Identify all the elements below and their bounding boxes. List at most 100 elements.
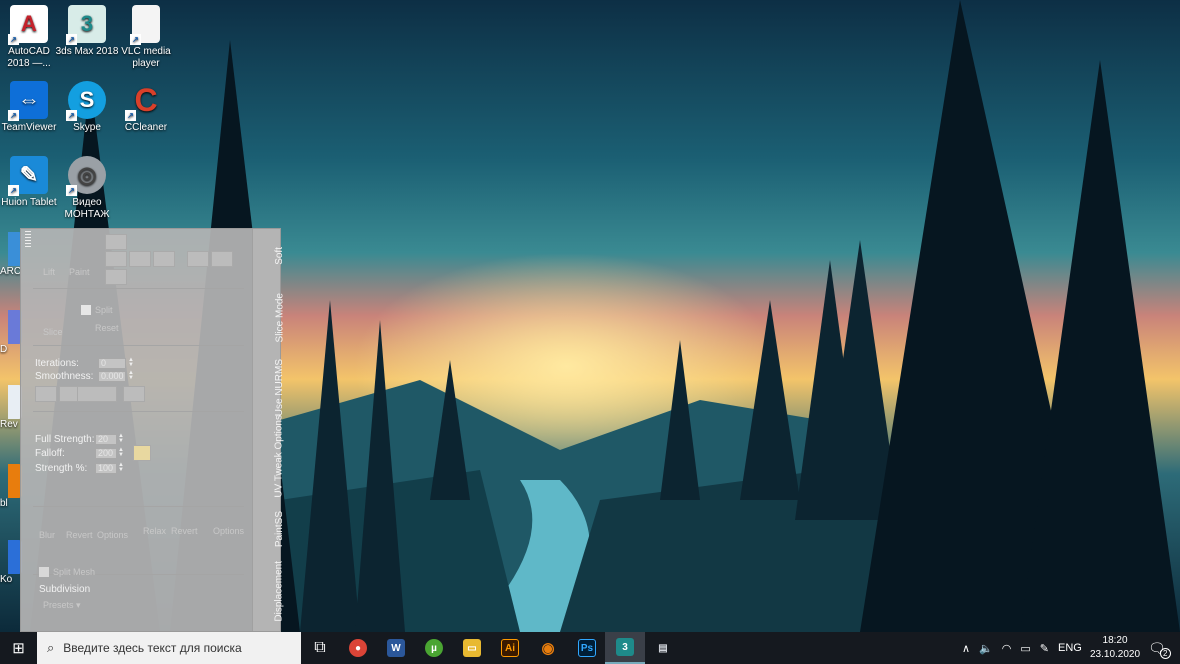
taskbar-3dsmax[interactable]: 3 [605, 632, 645, 664]
battery-icon[interactable]: ▭ [1020, 642, 1030, 655]
tab-slice-mode[interactable]: Slice Mode [274, 293, 285, 342]
icon-label: 3ds Max 2018 [55, 46, 119, 57]
falloff-label: Falloff: [35, 448, 65, 459]
nurms-button[interactable] [77, 386, 117, 402]
desktop-icon-partial[interactable]: Ko [0, 540, 22, 585]
full-strength-spinner[interactable]: ▲ ▼ [118, 433, 124, 445]
taskbar-chrome[interactable]: ● [338, 632, 378, 664]
presets-dropdown[interactable]: Presets ▾ [43, 600, 81, 611]
task-view-button[interactable]: ⧉ [300, 632, 340, 664]
icon-label: AutoCAD 2018 —... [7, 46, 51, 69]
tool-button[interactable] [105, 269, 127, 285]
drag-handle[interactable] [25, 231, 31, 247]
desktop-icon-autocad[interactable]: AAutoCAD 2018 —... [0, 5, 61, 70]
tool-button[interactable] [211, 251, 233, 267]
tab-displacement[interactable]: Displacement [274, 561, 285, 622]
tab-use-nurms[interactable]: Use NURMS [274, 359, 285, 416]
taskbar-illustrator[interactable]: Ai [490, 632, 530, 664]
desktop-icon-partial[interactable]: D [0, 310, 22, 355]
show-hidden-icons[interactable]: ∧ [962, 642, 970, 655]
section-paintss [33, 507, 244, 575]
falloff-spinner[interactable]: ▲ ▼ [118, 447, 124, 459]
desktop-icon-3dsmax[interactable]: 33ds Max 2018 [55, 5, 119, 58]
chrome-icon: ● [349, 639, 367, 657]
tool-button[interactable] [105, 234, 127, 250]
tool-button[interactable] [129, 251, 151, 267]
file-icon [130, 5, 160, 45]
windows-icon: ⊞ [12, 640, 25, 657]
language-indicator[interactable]: ENG [1058, 642, 1082, 654]
options-button-2[interactable]: Options [213, 526, 244, 536]
task-view-icon: ⧉ [314, 639, 326, 656]
tab-paintss[interactable]: PaintSS [274, 511, 285, 547]
panel-tabs: Soft Slice Mode Use NURMS UV Tweak Optio… [252, 229, 285, 631]
word-icon: W [387, 639, 405, 657]
tool-button[interactable] [105, 251, 127, 267]
pen-icon[interactable]: ✎ [1040, 642, 1049, 655]
desktop-icon-partial[interactable]: Rev [0, 385, 22, 430]
tool-button[interactable] [153, 251, 175, 267]
icon-label: TeamViewer [1, 122, 57, 133]
relax-button[interactable]: Relax [143, 526, 166, 536]
desktop-icon-skype[interactable]: SSkype [55, 81, 119, 134]
taskbar-blender[interactable]: ◉ [528, 632, 568, 664]
strength-spinner[interactable]: ▲ ▼ [118, 462, 124, 474]
desktop-icon-vlc[interactable]: VLC media player [114, 5, 178, 70]
desktop-icon-partial[interactable]: bl [0, 464, 22, 509]
full-strength-input[interactable]: 20 [95, 434, 117, 445]
nurms-button[interactable] [35, 386, 57, 402]
paint-button[interactable]: Paint [69, 267, 90, 277]
film-reel-icon: ◎ [66, 156, 106, 196]
smoothness-spinner[interactable]: ▲ ▼ [128, 370, 134, 382]
tab-soft[interactable]: Soft [274, 247, 285, 265]
strength-input[interactable]: 100 [95, 463, 117, 474]
iterations-input[interactable]: 0 [98, 358, 126, 369]
taskbar-explorer[interactable]: ▭ [452, 632, 492, 664]
search-placeholder: Введите здесь текст для поиска [63, 641, 242, 655]
tab-uv-tweak-options[interactable]: UV Tweak Options [274, 415, 285, 498]
search-box[interactable]: ⌕ Введите здесь текст для поиска [37, 632, 301, 664]
clock[interactable]: 18:20 23.10.2020 [1090, 632, 1140, 664]
lift-button[interactable]: Lift [43, 267, 55, 277]
tool-button[interactable] [187, 251, 209, 267]
split-checkbox[interactable] [81, 305, 91, 315]
ccleaner-icon: C [125, 81, 165, 121]
taskbar-photoshop[interactable]: Ps [567, 632, 607, 664]
icon-label: D [0, 344, 8, 355]
taskbar-other-app[interactable]: ▤ [643, 632, 683, 664]
desktop-icon-video-montage[interactable]: ◎Видео МОНТАЖ [55, 156, 119, 221]
folder-icon: ▭ [463, 639, 481, 657]
reset-button[interactable]: Reset [95, 323, 119, 333]
blur-button[interactable]: Blur [39, 530, 55, 540]
smoothness-input[interactable]: 0.000 [98, 371, 126, 382]
nurms-button[interactable] [123, 386, 145, 402]
taskbar-utorrent[interactable]: µ [414, 632, 454, 664]
illustrator-icon: Ai [501, 639, 519, 657]
slice-button[interactable]: Slice [43, 327, 63, 337]
split-mesh-label: Split Mesh [53, 567, 96, 577]
desktop-icon-huion[interactable]: ✎Huion Tablet [0, 156, 61, 209]
section-slice [33, 289, 244, 346]
3dsmax-icon: 3 [66, 5, 106, 45]
revert-button[interactable]: Revert [66, 530, 93, 540]
revert-button-2[interactable]: Revert [171, 526, 198, 536]
start-button[interactable]: ⊞ [0, 632, 37, 664]
options-button[interactable]: Options [97, 530, 128, 540]
desktop-icon-teamviewer[interactable]: ⇔TeamViewer [0, 81, 61, 134]
taskbar-word[interactable]: W [376, 632, 416, 664]
presets-label: Presets [43, 600, 74, 610]
falloff-input[interactable]: 200 [95, 448, 117, 459]
teamviewer-icon: ⇔ [8, 81, 48, 121]
desktop-icon-partial[interactable]: ARC [0, 232, 22, 277]
wifi-icon[interactable]: ◠ [1002, 642, 1012, 655]
volume-icon[interactable]: 🔈 [979, 642, 993, 655]
brush-options-icon[interactable] [133, 445, 151, 461]
notifications-button[interactable]: 🗨 2 [1148, 632, 1171, 664]
split-mesh-checkbox[interactable] [39, 567, 49, 577]
desktop-icon-ccleaner[interactable]: CCCleaner [114, 81, 178, 134]
notification-count: 2 [1159, 647, 1171, 659]
huion-icon: ✎ [8, 156, 48, 196]
autocad-icon: A [8, 5, 48, 45]
photoshop-icon: Ps [578, 639, 596, 657]
iterations-spinner[interactable]: ▲ ▼ [128, 357, 134, 369]
